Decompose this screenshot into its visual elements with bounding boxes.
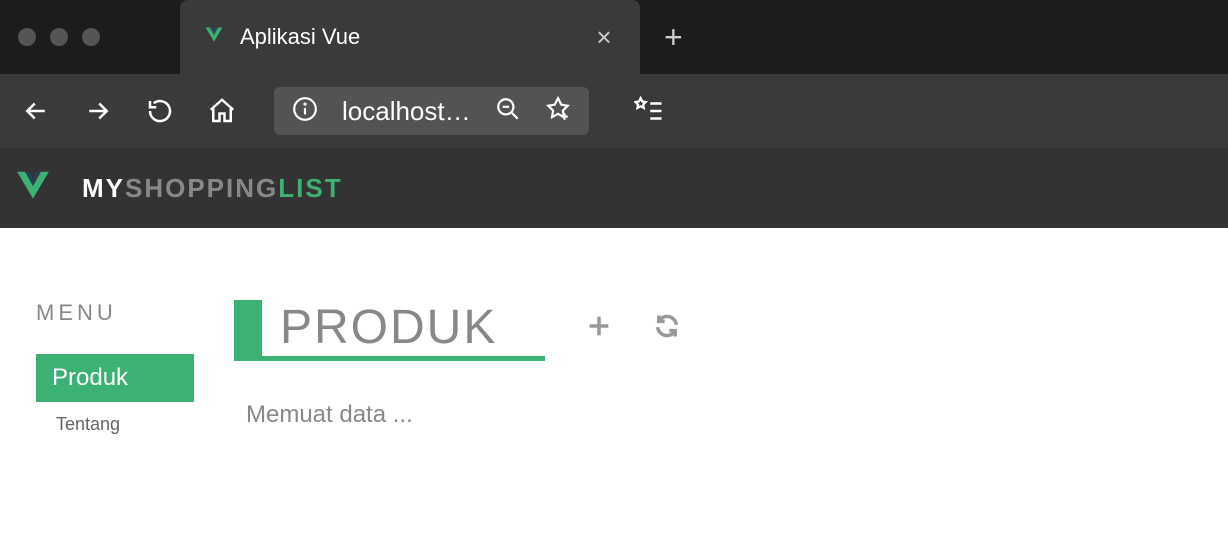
refresh-data-button[interactable] [653, 312, 681, 345]
favorite-add-icon[interactable] [545, 96, 571, 127]
zoom-out-icon[interactable] [495, 96, 521, 127]
title-accent-bar [234, 300, 262, 356]
sidebar-item-produk[interactable]: Produk [36, 354, 194, 402]
tab-bar: Aplikasi Vue × + [0, 0, 1228, 74]
refresh-button[interactable] [140, 91, 180, 131]
sidebar-item-tentang[interactable]: Tentang [36, 406, 194, 443]
favorites-list-icon[interactable] [629, 91, 669, 131]
close-tab-icon[interactable]: × [592, 22, 616, 53]
vue-favicon-icon [204, 25, 224, 50]
sidebar: MENU Produk Tentang [36, 300, 194, 447]
back-button[interactable] [16, 91, 56, 131]
brand-part-2: SHOPPING [125, 173, 278, 203]
forward-button[interactable] [78, 91, 118, 131]
window-controls [18, 28, 100, 46]
new-tab-button[interactable]: + [664, 19, 683, 56]
menu-heading: MENU [36, 300, 194, 326]
brand-part-1: MY [82, 173, 125, 203]
page-title-block: PRODUK [234, 300, 545, 361]
loading-text: Memuat data ... [234, 401, 1192, 429]
tab-title: Aplikasi Vue [240, 24, 576, 50]
browser-tab[interactable]: Aplikasi Vue × [180, 0, 640, 74]
window-maximize-dot[interactable] [82, 28, 100, 46]
home-button[interactable] [202, 91, 242, 131]
vue-logo-icon [14, 167, 52, 210]
window-minimize-dot[interactable] [50, 28, 68, 46]
window-close-dot[interactable] [18, 28, 36, 46]
add-button[interactable] [585, 312, 613, 345]
app-header: MYSHOPPINGLIST [0, 148, 1228, 228]
address-bar[interactable]: localhost… [274, 87, 589, 135]
brand-part-3: LIST [278, 173, 342, 203]
url-text: localhost… [342, 96, 471, 127]
page-title: PRODUK [280, 304, 545, 356]
info-icon[interactable] [292, 96, 318, 127]
browser-toolbar: localhost… [0, 74, 1228, 148]
main-content: PRODUK Memuat data ... [234, 300, 1192, 447]
brand-title: MYSHOPPINGLIST [82, 173, 343, 204]
